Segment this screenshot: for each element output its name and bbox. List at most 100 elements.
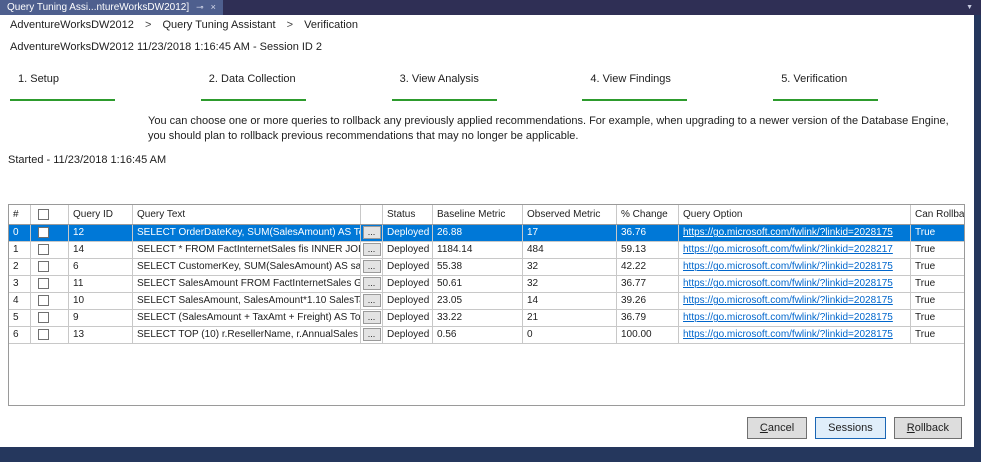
column-header-observed_metric[interactable]: Observed Metric	[523, 204, 617, 224]
expand-query-button[interactable]: ...	[362, 294, 381, 308]
breadcrumb-assistant[interactable]: Query Tuning Assistant	[162, 19, 275, 31]
table-row[interactable]: 6 13 SELECT TOP (10) r.ResellerName, r.Ann…	[9, 326, 964, 344]
row-checkbox[interactable]	[38, 295, 49, 307]
expand-query-cell[interactable]: ...	[361, 275, 383, 292]
column-header-c-chk[interactable]	[31, 204, 69, 224]
row-select-cell[interactable]	[31, 275, 69, 292]
table-row[interactable]: 4 10 SELECT SalesAmount, SalesAmount*1.10 …	[9, 292, 964, 310]
select-all-checkbox[interactable]	[38, 208, 49, 220]
row-index-cell[interactable]: 3	[9, 275, 31, 292]
table-row[interactable]: 3 11 SELECT SalesAmount FROM FactInternetS…	[9, 275, 964, 293]
query-text-cell: SELECT CustomerKey, SUM(SalesAmount) AS …	[133, 258, 361, 275]
row-index-cell[interactable]: 5	[9, 309, 31, 326]
query-option-link[interactable]: https://go.microsoft.com/fwlink/?linkid=…	[683, 312, 893, 323]
query-text-cell: SELECT TOP (10) r.ResellerName, r.Annual…	[133, 326, 361, 343]
rollback-button[interactable]: Rollback	[893, 417, 962, 439]
step-underline	[10, 99, 115, 101]
breadcrumb-verification[interactable]: Verification	[304, 19, 358, 31]
step-label: 2. Data Collection	[208, 73, 296, 85]
query-id-cell: 9	[69, 309, 133, 326]
expand-query-cell[interactable]: ...	[361, 309, 383, 326]
row-select-cell[interactable]	[31, 258, 69, 275]
observed-metric-cell: 21	[523, 309, 617, 326]
query-option-cell[interactable]: https://go.microsoft.com/fwlink/?linkid=…	[679, 292, 911, 309]
query-option-link[interactable]: https://go.microsoft.com/fwlink/?linkid=…	[683, 278, 893, 289]
pct-change-cell: 42.22	[617, 258, 679, 275]
pct-change-cell: 36.76	[617, 224, 679, 241]
close-icon[interactable]: ×	[211, 0, 216, 15]
query-option-cell[interactable]: https://go.microsoft.com/fwlink/?linkid=…	[679, 275, 911, 292]
row-index-cell[interactable]: 6	[9, 326, 31, 343]
row-select-cell[interactable]	[31, 241, 69, 258]
query-option-cell[interactable]: https://go.microsoft.com/fwlink/?linkid=…	[679, 326, 911, 343]
expand-query-button[interactable]: ...	[362, 277, 381, 291]
wizard-step-view-findings: 4. View Findings	[582, 73, 773, 101]
expand-query-button[interactable]: ...	[362, 243, 381, 257]
expand-query-cell[interactable]: ...	[361, 326, 383, 343]
status-bar	[0, 447, 981, 462]
expand-query-button[interactable]: ...	[362, 226, 381, 240]
query-option-cell[interactable]: https://go.microsoft.com/fwlink/?linkid=…	[679, 258, 911, 275]
baseline-metric-cell: 55.38	[433, 258, 523, 275]
row-checkbox[interactable]	[38, 329, 49, 341]
expand-query-cell[interactable]: ...	[361, 241, 383, 258]
query-option-link[interactable]: https://go.microsoft.com/fwlink/?linkid=…	[683, 244, 893, 255]
step-underline	[582, 99, 688, 101]
expand-query-cell[interactable]: ...	[361, 224, 383, 241]
expand-query-button[interactable]: ...	[362, 311, 381, 325]
column-header-pct_change[interactable]: % Change	[617, 204, 679, 224]
row-index-cell[interactable]: 4	[9, 292, 31, 309]
expand-query-button[interactable]: ...	[362, 328, 381, 342]
row-checkbox[interactable]	[38, 227, 49, 239]
tab-overflow-chevron-icon[interactable]: ▼	[958, 0, 981, 15]
column-header-query_option[interactable]: Query Option	[679, 204, 911, 224]
query-option-link[interactable]: https://go.microsoft.com/fwlink/?linkid=…	[683, 261, 893, 272]
document-tab[interactable]: Query Tuning Assi...ntureWorksDW2012] ⊸ …	[0, 0, 223, 15]
pct-change-cell: 100.00	[617, 326, 679, 343]
query-option-link[interactable]: https://go.microsoft.com/fwlink/?linkid=…	[683, 295, 893, 306]
row-checkbox[interactable]	[38, 312, 49, 324]
status-cell: Deployed	[383, 224, 433, 241]
row-index-cell[interactable]: 2	[9, 258, 31, 275]
wizard-step-setup: 1. Setup	[10, 73, 201, 101]
pct-change-cell: 39.26	[617, 292, 679, 309]
expand-query-cell[interactable]: ...	[361, 292, 383, 309]
table-row[interactable]: 2 6 SELECT CustomerKey, SUM(SalesAmount) A…	[9, 258, 964, 276]
query-option-cell[interactable]: https://go.microsoft.com/fwlink/?linkid=…	[679, 309, 911, 326]
column-header-can_rollback[interactable]: Can Rollback	[911, 205, 964, 224]
column-header-baseline_metric[interactable]: Baseline Metric	[433, 204, 523, 224]
sessions-button[interactable]: Sessions	[815, 417, 886, 439]
cancel-button[interactable]: Cancel	[746, 417, 808, 439]
column-header-status[interactable]: Status	[383, 204, 433, 224]
query-option-cell[interactable]: https://go.microsoft.com/fwlink/?linkid=…	[679, 241, 911, 258]
pct-change-cell: 59.13	[617, 241, 679, 258]
pin-icon[interactable]: ⊸	[196, 0, 204, 15]
row-index-cell[interactable]: 0	[9, 224, 31, 241]
expand-query-cell[interactable]: ...	[361, 258, 383, 275]
row-select-cell[interactable]	[31, 224, 69, 241]
session-title: AdventureWorksDW2012 11/23/2018 1:16:45 …	[10, 41, 323, 53]
query-option-link[interactable]: https://go.microsoft.com/fwlink/?linkid=…	[683, 227, 893, 238]
query-id-cell: 11	[69, 275, 133, 292]
column-header-query_id[interactable]: Query ID	[69, 204, 133, 224]
query-id-cell: 10	[69, 292, 133, 309]
wizard-step-view-analysis: 3. View Analysis	[391, 73, 583, 101]
observed-metric-cell: 32	[523, 275, 617, 292]
row-index-cell[interactable]: 1	[9, 241, 31, 258]
query-option-cell[interactable]: https://go.microsoft.com/fwlink/?linkid=…	[679, 224, 911, 241]
row-checkbox[interactable]	[38, 261, 49, 273]
query-option-link[interactable]: https://go.microsoft.com/fwlink/?linkid=…	[683, 329, 893, 340]
row-select-cell[interactable]	[31, 326, 69, 343]
row-checkbox[interactable]	[38, 244, 49, 256]
column-header-index[interactable]: #	[9, 204, 31, 224]
expand-query-button[interactable]: ...	[362, 260, 381, 274]
row-checkbox[interactable]	[38, 278, 49, 290]
column-header-ellipsis[interactable]	[361, 204, 383, 224]
row-select-cell[interactable]	[31, 292, 69, 309]
table-row[interactable]: 5 9 SELECT (SalesAmount + TaxAmt + Freight…	[9, 309, 964, 327]
column-header-query_text[interactable]: Query Text	[133, 204, 361, 224]
row-select-cell[interactable]	[31, 309, 69, 326]
table-row[interactable]: 1 14 SELECT * FROM FactInternetSales fis I…	[9, 241, 964, 259]
breadcrumb-database[interactable]: AdventureWorksDW2012	[10, 19, 134, 31]
table-row[interactable]: 0 12 SELECT OrderDateKey, SUM(SalesAmount)…	[9, 224, 964, 242]
